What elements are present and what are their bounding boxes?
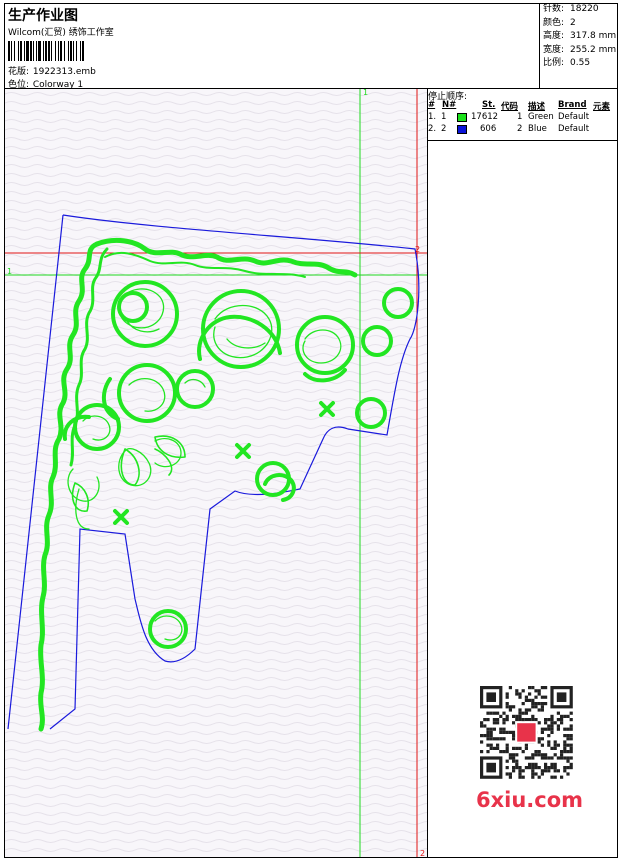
col-index: # <box>428 100 436 110</box>
red-guide-horizontal-label: 2 <box>415 245 420 254</box>
table-row[interactable]: 2. 2 606 2 Blue Default <box>428 124 618 136</box>
company-name: Wilcom(汇贸) 绣饰工作室 <box>8 28 114 38</box>
design-preview: 1 1 2 2 <box>5 89 427 857</box>
stat-height: 高度: 317.8 mm <box>543 31 617 41</box>
col-stitches: St. <box>482 100 496 110</box>
header-divider <box>539 4 540 88</box>
qr-center-badge <box>517 723 536 742</box>
red-guide-vertical-label: 2 <box>420 849 425 857</box>
col-brand: Brand <box>558 100 587 110</box>
page-title: 生产作业图 <box>8 8 78 24</box>
watermark-text: 6xiu.com <box>476 788 584 812</box>
sheet-header: 生产作业图 Wilcom(汇贸) 绣饰工作室 花版: 1922313.emb 色… <box>5 4 617 90</box>
table-row[interactable]: 1. 1 17612 1 Green Default <box>428 112 618 124</box>
design-file-row: 花版: 1922313.emb <box>8 64 96 77</box>
color-swatch-green <box>457 113 467 122</box>
stat-scale: 比例: 0.55 <box>543 58 591 68</box>
color-swatch-blue <box>457 125 467 134</box>
stat-width: 宽度: 255.2 mm <box>543 44 617 55</box>
col-element: 元素 <box>593 102 611 112</box>
col-code: 代码 <box>501 102 519 112</box>
green-guide-vertical-label: 1 <box>363 89 368 97</box>
col-description: 描述 <box>528 102 546 112</box>
stat-colors: 颜色: 2 <box>543 17 576 28</box>
table-header: # N# St. 代码 描述 Brand 元素 <box>428 100 618 112</box>
stat-stitches: 针数: 18220 <box>543 4 599 14</box>
col-number: N# <box>442 100 457 110</box>
design-file-value: 1922313.emb <box>32 67 96 77</box>
green-guide-horizontal-label: 1 <box>7 267 12 276</box>
design-stats: 针数: 18220 颜色: 2 高度: 317.8 mm 宽度: 255.2 mm 比例… <box>543 3 616 71</box>
design-canvas[interactable]: 1 1 2 2 <box>5 89 427 857</box>
design-file-label: 花版: <box>8 67 30 77</box>
stop-sequence-table: # N# St. 代码 描述 Brand 元素 1. 1 17612 1 Gre… <box>428 100 618 136</box>
qr-code <box>470 680 585 788</box>
barcode <box>8 41 84 61</box>
production-sheet: 生产作业图 Wilcom(汇贸) 绣饰工作室 花版: 1922313.emb 色… <box>0 0 620 861</box>
table-divider <box>428 140 617 141</box>
